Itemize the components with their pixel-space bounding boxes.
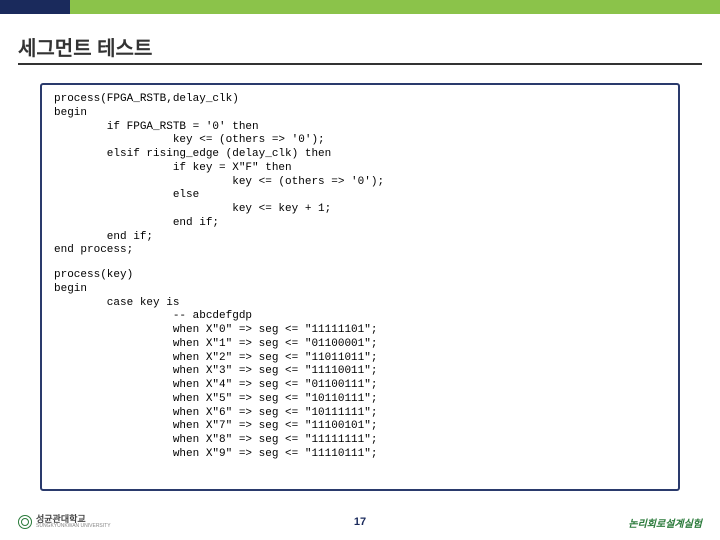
university-logo: 성균관대학교 SUNGKYUNKWAN UNIVERSITY bbox=[18, 515, 111, 529]
page-title: 세그먼트 테스트 bbox=[18, 32, 702, 65]
code-block-1: process(FPGA_RSTB,delay_clk) begin if FP… bbox=[54, 93, 666, 258]
code-container: process(FPGA_RSTB,delay_clk) begin if FP… bbox=[40, 83, 680, 491]
logo-sub: SUNGKYUNKWAN UNIVERSITY bbox=[36, 524, 111, 529]
title-row: 세그먼트 테스트 bbox=[0, 14, 720, 69]
top-accent-green bbox=[70, 0, 720, 14]
code-block-2: process(key) begin case key is -- abcdef… bbox=[54, 269, 666, 462]
top-accent-bar bbox=[0, 0, 720, 14]
footer: 성균관대학교 SUNGKYUNKWAN UNIVERSITY 17 논리회로설계… bbox=[0, 510, 720, 534]
page-number: 17 bbox=[354, 516, 366, 528]
logo-text-wrap: 성균관대학교 SUNGKYUNKWAN UNIVERSITY bbox=[36, 515, 111, 529]
logo-mark-icon bbox=[18, 515, 32, 529]
footer-course-name: 논리회로설계실험 bbox=[628, 515, 702, 530]
top-accent-navy bbox=[0, 0, 70, 14]
